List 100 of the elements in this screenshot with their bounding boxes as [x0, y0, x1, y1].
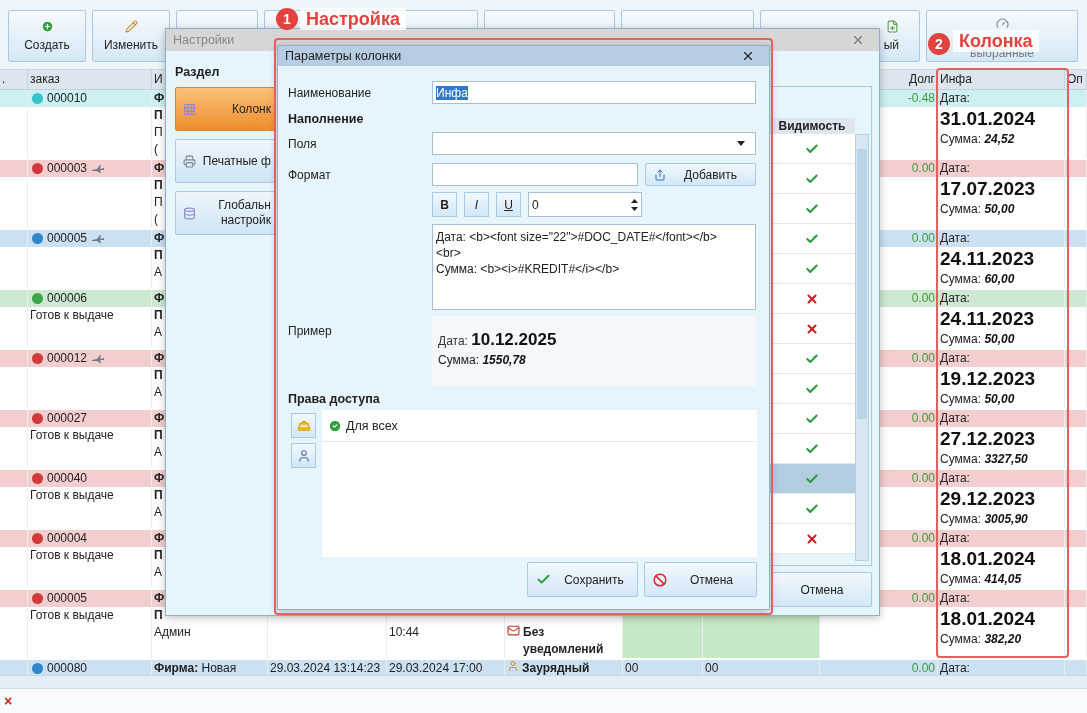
cell-text: А	[154, 444, 162, 461]
cell-text: Без уведомлений	[523, 624, 603, 658]
order-number: 000012	[47, 350, 88, 367]
debt-value: 0.00	[911, 160, 935, 177]
template-field[interactable]: Дата: <b><font size="22">#DOC_DATE#</font></b> <br> Сумма: <b><i>#KREDIT#</i></b>	[432, 224, 756, 310]
section-button[interactable]: Глобальн настройк	[175, 191, 275, 235]
close-tab-mark[interactable]: ×	[4, 693, 13, 709]
airplane-icon	[91, 353, 106, 364]
debt-value: 0.00	[911, 470, 935, 487]
date-label: Дата:	[940, 350, 970, 367]
save-button[interactable]: Сохранить	[527, 562, 638, 597]
sum-text: Сумма: 50,00	[940, 391, 1015, 408]
visibility-row[interactable]	[769, 494, 855, 524]
field-label: Формат	[288, 167, 332, 182]
close-icon[interactable]	[741, 49, 755, 63]
plus-icon	[40, 20, 54, 33]
annotation-label: Настройка	[300, 8, 406, 30]
format-button[interactable]: B	[432, 192, 457, 217]
cell-text: Ф	[154, 590, 165, 607]
share-icon	[654, 168, 666, 181]
airplane-icon	[91, 233, 106, 244]
fields-dropdown[interactable]	[432, 132, 756, 155]
size-spinbox[interactable]: 0	[528, 192, 642, 217]
visibility-row[interactable]	[769, 464, 855, 494]
cell-text: А	[154, 264, 162, 281]
date-label: Дата:	[940, 290, 970, 307]
visibility-row[interactable]	[769, 434, 855, 464]
gauge-icon	[995, 17, 1009, 30]
toolbar-button[interactable]: Изменить	[92, 10, 170, 62]
cell-text: А	[154, 564, 162, 581]
window-title: Настройки	[173, 33, 235, 47]
visibility-row[interactable]	[769, 374, 855, 404]
visibility-row[interactable]	[769, 224, 855, 254]
order-status: Готов к выдаче	[30, 307, 114, 324]
database-icon	[183, 206, 196, 220]
cell-text: Ф	[154, 530, 165, 547]
format-button[interactable]: I	[464, 192, 489, 217]
visibility-row[interactable]	[769, 164, 855, 194]
user-button[interactable]	[291, 443, 316, 468]
visibility-row[interactable]	[769, 284, 855, 314]
order-number: 000040	[47, 470, 88, 487]
visibility-row[interactable]	[769, 254, 855, 284]
section-button[interactable]: Колонк	[175, 87, 275, 131]
cell-text: П	[154, 177, 163, 194]
cell-text: Ф	[154, 290, 165, 307]
order-status: Готов к выдаче	[30, 547, 114, 564]
debt-value: 0.00	[911, 230, 935, 247]
annotation-label: Колонка	[953, 30, 1039, 52]
vertical-scrollbar[interactable]	[855, 134, 869, 561]
field-label: Наименование	[288, 85, 373, 100]
visibility-row[interactable]	[769, 314, 855, 344]
debt-value: 0.00	[911, 290, 935, 307]
order-number: 000004	[47, 530, 88, 547]
cell-text: 10:44	[389, 624, 420, 641]
person-icon	[507, 660, 519, 672]
document-icon	[886, 20, 899, 33]
date-label: Дата:	[940, 230, 970, 247]
cancel-button[interactable]: Отмена	[644, 562, 757, 597]
cancel-button[interactable]: Отмена	[772, 572, 872, 607]
add-button[interactable]: Добавить	[645, 163, 756, 186]
cell-text: А	[154, 324, 162, 341]
cell-text: Ф	[154, 90, 165, 107]
spin-arrows-icon	[631, 198, 638, 211]
sum-text: Сумма: 24,52	[940, 131, 1015, 148]
date-label: Дата:	[940, 530, 970, 547]
date-value: 31.01.2024	[940, 107, 1036, 131]
cell-text: П	[154, 487, 163, 504]
cell-text: Ф	[154, 410, 165, 427]
column-header: .	[0, 70, 28, 89]
visibility-row[interactable]	[769, 194, 855, 224]
section-button[interactable]: Печатные ф	[175, 139, 275, 183]
cell-text: П	[154, 194, 163, 211]
cell-text: Ф	[154, 470, 165, 487]
order-number: 000027	[47, 410, 88, 427]
column-header: заказ	[28, 70, 152, 89]
order-status: Готов к выдаче	[30, 607, 114, 624]
role-button[interactable]	[291, 413, 316, 438]
envelope-icon	[507, 624, 520, 637]
format-button[interactable]: U	[496, 192, 521, 217]
order-number: 000080	[47, 660, 88, 675]
date-value: 24.11.2023	[940, 247, 1035, 271]
visibility-row[interactable]	[769, 524, 855, 554]
name-field[interactable]: Инфа	[432, 81, 756, 104]
date-value: 17.07.2023	[940, 177, 1036, 201]
cell-text: Фирма: Новая	[154, 660, 237, 675]
visibility-row[interactable]	[769, 344, 855, 374]
cell-text: А	[154, 504, 162, 521]
access-item[interactable]: Для всех	[322, 410, 757, 442]
visibility-row[interactable]	[769, 404, 855, 434]
caret-icon	[737, 141, 745, 146]
visibility-row[interactable]	[769, 134, 855, 164]
date-value: 29.12.2023	[940, 487, 1036, 511]
sum-text: Сумма: 50,00	[940, 331, 1015, 348]
debt-value: 0.00	[911, 530, 935, 547]
airplane-icon	[91, 163, 106, 174]
toolbar-button[interactable]: Создать	[8, 10, 86, 62]
order-status: Готов к выдаче	[30, 487, 114, 504]
date-label: Дата:	[940, 90, 970, 107]
format-field[interactable]	[432, 163, 638, 186]
cell-text: Ф	[154, 160, 165, 177]
